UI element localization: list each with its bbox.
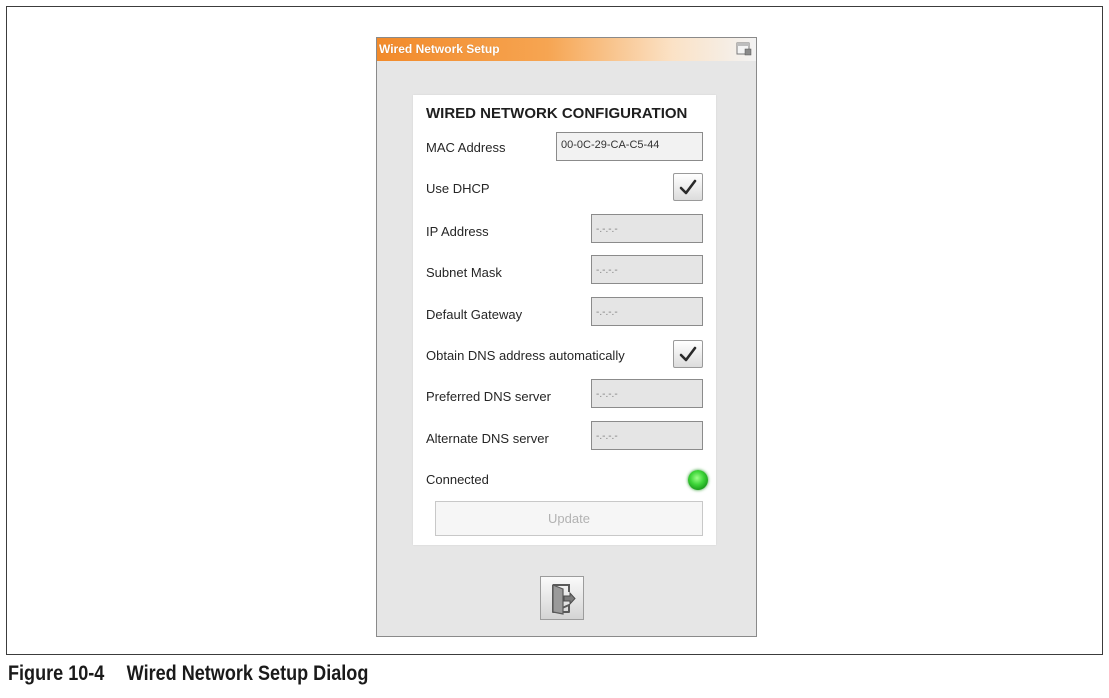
default-gateway-label: Default Gateway (426, 307, 523, 322)
subnet-mask-label: Subnet Mask (426, 265, 502, 280)
subnet-mask-field[interactable]: -.-.-.- (591, 255, 703, 284)
configuration-panel: WIRED NETWORK CONFIGURATION MAC Address … (413, 95, 716, 545)
ip-address-field[interactable]: -.-.-.- (591, 214, 703, 243)
dialog-title: Wired Network Setup (379, 42, 500, 56)
dialog-titlebar: Wired Network Setup (377, 38, 756, 61)
exit-button[interactable] (540, 576, 584, 620)
ip-address-label: IP Address (426, 224, 489, 239)
wired-network-setup-dialog: Wired Network Setup WIRED NETWORK CONFIG… (376, 37, 757, 637)
mac-address-field: 00-0C-29-CA-C5-44 (556, 132, 703, 161)
use-dhcp-checkbox[interactable] (673, 173, 703, 201)
checkmark-icon (679, 179, 697, 195)
connection-status-indicator (688, 470, 708, 490)
update-button[interactable]: Update (435, 501, 703, 536)
checkmark-icon (679, 346, 697, 362)
figure-number: Figure 10-4 (8, 662, 105, 685)
preferred-dns-label: Preferred DNS server (426, 389, 551, 404)
default-gateway-field[interactable]: -.-.-.- (591, 297, 703, 326)
mac-address-label: MAC Address (426, 140, 506, 155)
window-icon[interactable] (736, 42, 752, 56)
panel-heading: WIRED NETWORK CONFIGURATION (426, 105, 688, 122)
use-dhcp-label: Use DHCP (426, 181, 490, 196)
exit-icon (552, 584, 576, 615)
alternate-dns-label: Alternate DNS server (426, 431, 549, 446)
preferred-dns-field[interactable]: -.-.-.- (591, 379, 703, 408)
figure-caption: Figure 10-4 Wired Network Setup Dialog (8, 662, 368, 686)
dns-auto-label: Obtain DNS address automatically (426, 348, 625, 363)
alternate-dns-field[interactable]: -.-.-.- (591, 421, 703, 450)
connected-label: Connected (426, 472, 489, 487)
figure-title: Wired Network Setup Dialog (126, 662, 369, 685)
dns-auto-checkbox[interactable] (673, 340, 703, 368)
